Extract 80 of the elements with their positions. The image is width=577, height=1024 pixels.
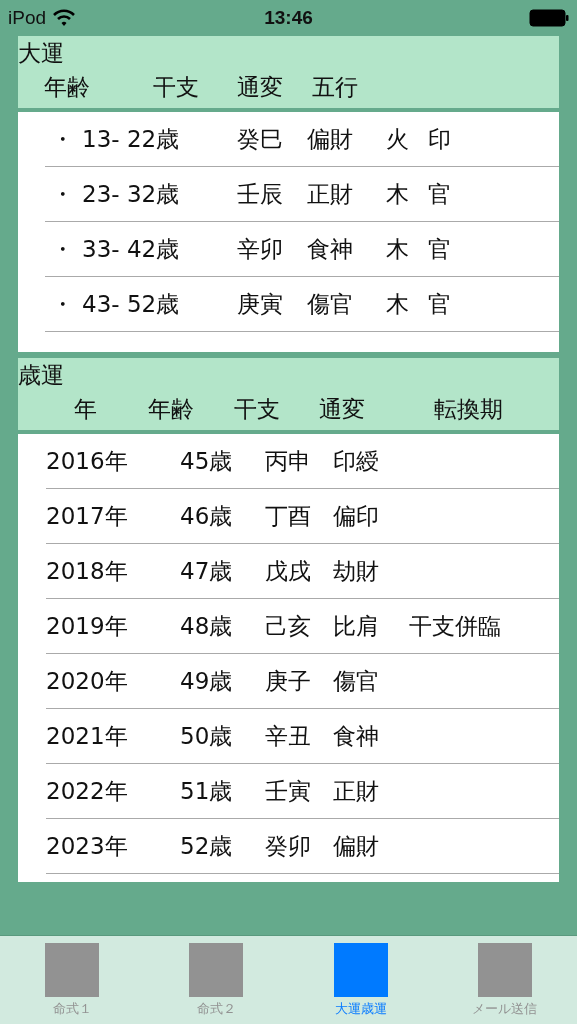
table-cell-text: 火 [386, 124, 410, 154]
table-cell-text: 45歳 [180, 446, 234, 476]
column-header: 干支 [153, 73, 200, 102]
table-cell-text: 2017年 [46, 501, 129, 531]
table-cell-text: 2023年 [46, 831, 129, 861]
table-cell-text: 2020年 [46, 666, 129, 696]
bullet: ・ [50, 289, 75, 319]
column-header: 年齢 [148, 395, 195, 424]
square-icon [45, 943, 100, 997]
tab[interactable]: 命式２ [144, 936, 289, 1024]
column-header: 五行 [312, 73, 358, 102]
tab[interactable]: 命式１ [0, 936, 145, 1024]
table-cell-text: 庚寅 [237, 289, 284, 319]
table-cell-text: 23- 32歳 [82, 179, 181, 209]
device-name: iPod [8, 7, 47, 29]
table-cell-text: 2018年 [46, 556, 129, 586]
table-cell-text: 戊戌 [265, 556, 312, 586]
column-header: 通変 [237, 73, 284, 102]
table-cell-text: 癸巳 [237, 124, 284, 154]
table-cell-text: 干支併臨 [409, 611, 501, 641]
table-cell-text: 壬辰 [237, 179, 284, 209]
table-cell-text: 官 [428, 234, 451, 264]
table-cell-text: 47歳 [180, 556, 234, 586]
square-icon [189, 943, 244, 997]
table-cell-text: 壬寅 [265, 776, 312, 806]
table-cell-text: 2019年 [46, 611, 129, 641]
table-cell-text: 官 [428, 179, 451, 209]
table-cell-text: 51歳 [180, 776, 234, 806]
table-cell-text: 43- 52歳 [82, 289, 181, 319]
table-cell-text: 庚子 [265, 666, 312, 696]
table-cell-text: 2022年 [46, 776, 129, 806]
table-cell-text: 傷官 [333, 666, 380, 696]
table-cell-text: 正財 [333, 776, 380, 806]
table-cell-text: 食神 [307, 234, 354, 264]
tab[interactable]: 大運歳運 [288, 936, 433, 1024]
table-cell-text: 木 [386, 234, 410, 264]
table-cell-text: 52歳 [180, 831, 234, 861]
table-cell-text: 己亥 [265, 611, 312, 641]
square-icon [333, 943, 388, 997]
table-cell-text: 13- 22歳 [82, 124, 181, 154]
section-title: 大運 [18, 39, 64, 68]
table-cell-text: 木 [386, 289, 410, 319]
bullet: ・ [50, 179, 75, 209]
table-cell-text: 46歳 [180, 501, 234, 531]
bullet: ・ [50, 124, 75, 154]
table-cell-text: 丁酉 [265, 501, 312, 531]
table-cell-text: 49歳 [180, 666, 234, 696]
table-cell-text: 癸卯 [265, 831, 312, 861]
column-header: 通変 [319, 395, 366, 424]
table-cell-text: 2021年 [46, 721, 129, 751]
battery-icon [529, 9, 569, 27]
table-cell-text: 偏財 [333, 831, 380, 861]
table-cell-text: 丙申 [265, 446, 312, 476]
section-title: 歳運 [18, 361, 64, 390]
table-cell-text: 偏印 [333, 501, 380, 531]
table-cell-text: 33- 42歳 [82, 234, 181, 264]
table-cell-text: 48歳 [180, 611, 234, 641]
table-cell-text: 2016年 [46, 446, 129, 476]
table-cell-text: 辛丑 [265, 721, 312, 751]
table-cell-text: 木 [386, 179, 410, 209]
column-header: 干支 [234, 395, 281, 424]
wifi-icon [52, 9, 77, 27]
table-cell-text: 辛卯 [237, 234, 284, 264]
table-cell-text: 偏財 [307, 124, 354, 154]
column-header: 転換期 [434, 395, 503, 424]
column-header: 年 [74, 395, 98, 424]
table-cell-text: 印綬 [333, 446, 380, 476]
square-icon [477, 943, 532, 997]
table-cell-text: 印 [428, 124, 451, 154]
table-cell-text: 官 [428, 289, 451, 319]
table-cell-text: 正財 [307, 179, 354, 209]
table-cell-text: 50歳 [180, 721, 234, 751]
table-cell-text: 傷官 [307, 289, 354, 319]
bullet: ・ [50, 234, 75, 264]
table-cell-text: 劫財 [333, 556, 380, 586]
table-cell-text: 食神 [333, 721, 380, 751]
column-header: 年齢 [44, 73, 91, 102]
clock-time: 13:46 [263, 7, 314, 29]
table-cell-text: 比肩 [333, 611, 380, 641]
tab[interactable]: メール送信 [432, 936, 577, 1024]
